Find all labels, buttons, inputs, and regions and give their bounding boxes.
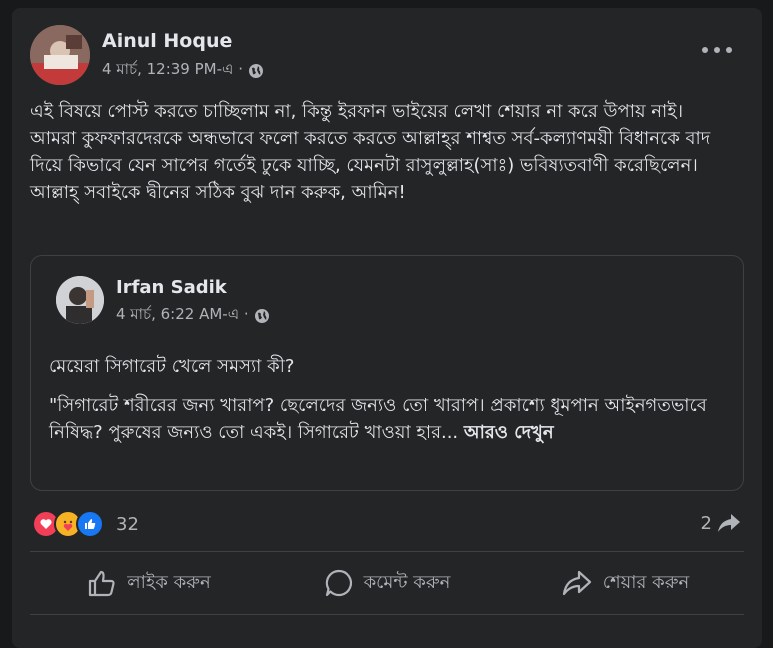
like-label: লাইক করুন [127,571,211,593]
reactions-summary[interactable]: 32 [32,510,139,538]
thumbs-up-icon [89,570,115,597]
shared-body-text: "সিগারেট শরীরের জন্য খারাপ? ছেলেদের জন্য… [49,395,707,443]
shared-author-avatar[interactable] [56,276,104,324]
dot-icon [714,47,720,53]
globe-icon [254,308,269,323]
share-icon [562,570,591,596]
share-count[interactable]: 2 [701,512,742,534]
comment-label: কমেন্ট করুন [363,571,451,593]
share-button[interactable]: শেয়ার করুন [506,554,744,612]
reaction-count: 32 [116,513,139,535]
dot-icon [726,47,732,53]
share-arrow-icon [718,514,740,532]
shared-post[interactable]: Irfan Sadik 4 মার্চ, 6:22 AM-এ · মেয়েরা… [30,255,744,491]
author-name[interactable]: Ainul Hoque [102,30,232,52]
comment-icon [325,569,352,597]
more-options-button[interactable] [702,42,732,58]
shared-body: "সিগারেট শরীরের জন্য খারাপ? ছেলেদের জন্য… [49,392,729,446]
shared-meta: 4 মার্চ, 6:22 AM-এ · [116,303,270,328]
post-text: এই বিষয়ে পোস্ট করতে চাচ্ছিলাম না, কিন্ত… [30,101,711,203]
see-more-link[interactable]: আরও দেখুন [464,422,554,443]
post-timestamp[interactable]: 4 মার্চ, 12:39 PM-এ · [102,58,243,83]
shared-author-name[interactable]: Irfan Sadik [116,277,227,298]
divider [30,614,744,615]
globe-icon [248,63,263,78]
comment-button[interactable]: কমেন্ট করুন [268,554,506,612]
shared-timestamp[interactable]: 4 মার্চ, 6:22 AM-এ · [116,303,249,328]
post-meta: 4 মার্চ, 12:39 PM-এ · [102,58,264,83]
like-button[interactable]: লাইক করুন [30,554,268,612]
author-avatar[interactable] [30,25,90,85]
post-card: Ainul Hoque 4 মার্চ, 12:39 PM-এ · এই বিষ… [12,8,762,648]
like-icon [76,510,104,538]
share-count-number: 2 [700,512,712,534]
shared-question: মেয়েরা সিগারেট খেলে সমস্যা কী? [49,356,295,377]
action-bar: লাইক করুন কমেন্ট করুন শেয়ার করুন [30,554,744,612]
dot-icon [702,47,708,53]
divider [30,551,744,552]
share-label: শেয়ার করুন [602,571,690,593]
